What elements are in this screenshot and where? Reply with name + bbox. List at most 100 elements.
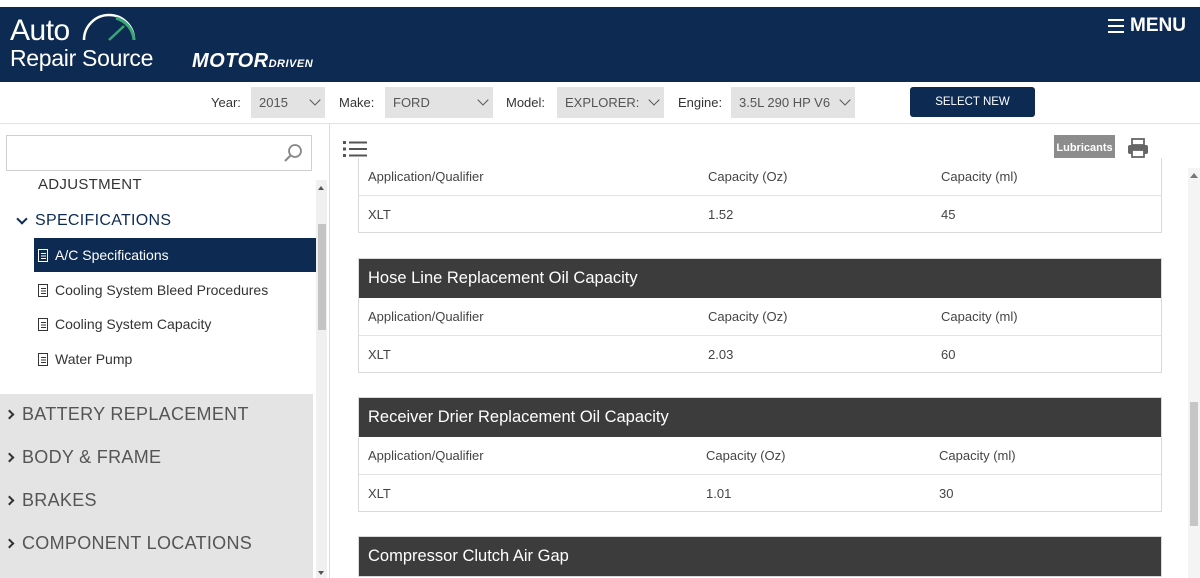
scroll-down-icon[interactable] [318,571,324,575]
scroll-up-icon[interactable] [1190,173,1198,178]
category-label: COMPONENT LOCATIONS [22,533,253,553]
sidebar-item-adjustment[interactable]: ADJUSTMENT [38,176,142,193]
sidebar-section-specifications[interactable]: SPECIFICATIONS [16,212,172,230]
category-brakes[interactable]: BRAKES [4,490,97,511]
sidebar-item-cooling-bleed[interactable]: Cooling System Bleed Procedures [34,273,316,307]
printer-icon[interactable] [1127,137,1149,159]
search-icon[interactable] [283,143,303,163]
sidebar-scrollbar[interactable] [316,180,327,578]
top-header: Auto Repair Source MOTORDRIVEN MENU [0,0,1200,82]
chevron-down-icon [839,94,851,106]
table-cell: XLT [368,347,391,362]
year-value: 2015 [259,95,288,110]
sidebar-item-cooling-capacity[interactable]: Cooling System Capacity [34,307,316,341]
sidebar-item-label: Cooling System Bleed Procedures [55,282,269,298]
make-select[interactable]: FORD [385,87,493,118]
motor-driven-logo: MOTORDRIVEN [192,50,313,73]
table-header-row: Application/Qualifier Capacity (Oz) Capa… [359,437,1161,474]
table-row: XLT 2.03 60 [359,335,1161,372]
document-icon [38,352,48,366]
chevron-right-icon [4,495,15,506]
category-list: BATTERY REPLACEMENT BODY & FRAME BRAKES … [0,394,313,578]
model-value: EXPLORER: XL [565,95,642,110]
sidebar-item-label: Cooling System Capacity [55,316,212,332]
column-header: Capacity (Oz) [706,448,786,463]
chevron-down-icon [648,94,660,106]
spec-table-receiver-drier: Receiver Drier Replacement Oil Capacity … [358,397,1162,512]
sidebar-scroll-thumb[interactable] [318,224,326,330]
driven-brand-text: DRIVEN [268,58,314,70]
table-cell: 30 [939,486,954,501]
sidebar-item-label: Water Pump [55,351,133,367]
table-row: XLT 1.01 30 [359,474,1161,511]
chevron-down-icon [477,94,489,106]
model-select[interactable]: EXPLORER: XL [557,87,664,118]
category-component-locations[interactable]: COMPONENT LOCATIONS [4,533,253,554]
logo-text-repair-source: Repair Source [10,45,154,71]
search-input[interactable] [6,135,312,171]
chevron-right-icon [4,452,15,463]
table-title: Hose Line Replacement Oil Capacity [359,259,1161,298]
column-header: Application/Qualifier [368,169,484,184]
sidebar-item-water-pump[interactable]: Water Pump [34,342,316,376]
engine-select[interactable]: 3.5L 290 HP V6 ( [731,87,855,118]
table-cell: XLT [368,486,391,501]
content-scroll-thumb[interactable] [1190,402,1198,526]
sidebar-item-ac-specifications[interactable]: A/C Specifications [34,238,316,272]
category-body-frame[interactable]: BODY & FRAME [4,447,162,468]
list-icon[interactable] [343,140,367,158]
category-label: BATTERY REPLACEMENT [22,404,249,424]
scroll-up-icon[interactable] [318,186,324,190]
column-header: Capacity (Oz) [708,169,788,184]
menu-button[interactable]: MENU [1108,15,1186,37]
make-label: Make: [339,95,375,110]
table-row: XLT 1.52 45 [359,195,1161,232]
table-title: Compressor Clutch Air Gap [359,537,1161,576]
document-icon [38,317,48,331]
engine-label: Engine: [678,95,723,110]
make-value: FORD [393,95,430,110]
menu-label: MENU [1130,15,1186,36]
category-label: BRAKES [22,490,97,510]
sidebar: ADJUSTMENT SPECIFICATIONS A/C Specificat… [0,124,330,578]
category-battery-replacement[interactable]: BATTERY REPLACEMENT [4,404,249,425]
column-header: Capacity (ml) [941,169,1018,184]
column-header: Application/Qualifier [368,448,484,463]
document-icon [38,248,48,262]
chevron-right-icon [4,538,15,549]
column-header: Capacity (ml) [939,448,1016,463]
chevron-right-icon [4,409,15,420]
spec-table-hose-line: Hose Line Replacement Oil Capacity Appli… [358,258,1162,373]
select-new-vehicle-button[interactable]: SELECT NEW VEHICLE [910,87,1035,138]
column-header: Capacity (Oz) [708,309,788,324]
section-label: SPECIFICATIONS [35,212,172,229]
chevron-down-icon [309,94,321,106]
table-cell: 2.03 [708,347,734,362]
speedometer-logo-icon [82,13,136,41]
model-label: Model: [506,95,546,110]
document-icon [38,283,48,297]
table-title: Receiver Drier Replacement Oil Capacity [359,398,1161,437]
sidebar-item-label: A/C Specifications [55,247,169,263]
motor-brand-text: MOTOR [192,50,269,72]
year-select[interactable]: 2015 [251,87,325,118]
column-header: Application/Qualifier [368,309,484,324]
column-header: Capacity (ml) [941,309,1018,324]
table-cell: 1.01 [706,486,732,501]
vehicle-selector-bar: Year: 2015 Make: FORD Model: EXPLORER: X… [0,82,1200,138]
table-cell: 45 [941,207,956,222]
content-scrollbar[interactable] [1188,168,1200,578]
table-cell: XLT [368,207,391,222]
spec-table-clutch-air-gap: Compressor Clutch Air Gap [358,536,1162,577]
year-label: Year: [211,95,241,110]
category-label: BODY & FRAME [22,447,162,467]
hamburger-icon [1108,19,1125,33]
table-header-row: Application/Qualifier Capacity (Oz) Capa… [359,158,1161,195]
table-header-row: Application/Qualifier Capacity (Oz) Capa… [359,298,1161,335]
table-cell: 1.52 [708,207,734,222]
chevron-down-icon [16,212,28,225]
main-content: Lubricants Application/Qualifier Capacit… [331,124,1200,578]
spec-table-compressor-oil: Application/Qualifier Capacity (Oz) Capa… [358,158,1162,233]
engine-value: 3.5L 290 HP V6 ( [739,95,833,110]
table-cell: 60 [941,347,956,362]
